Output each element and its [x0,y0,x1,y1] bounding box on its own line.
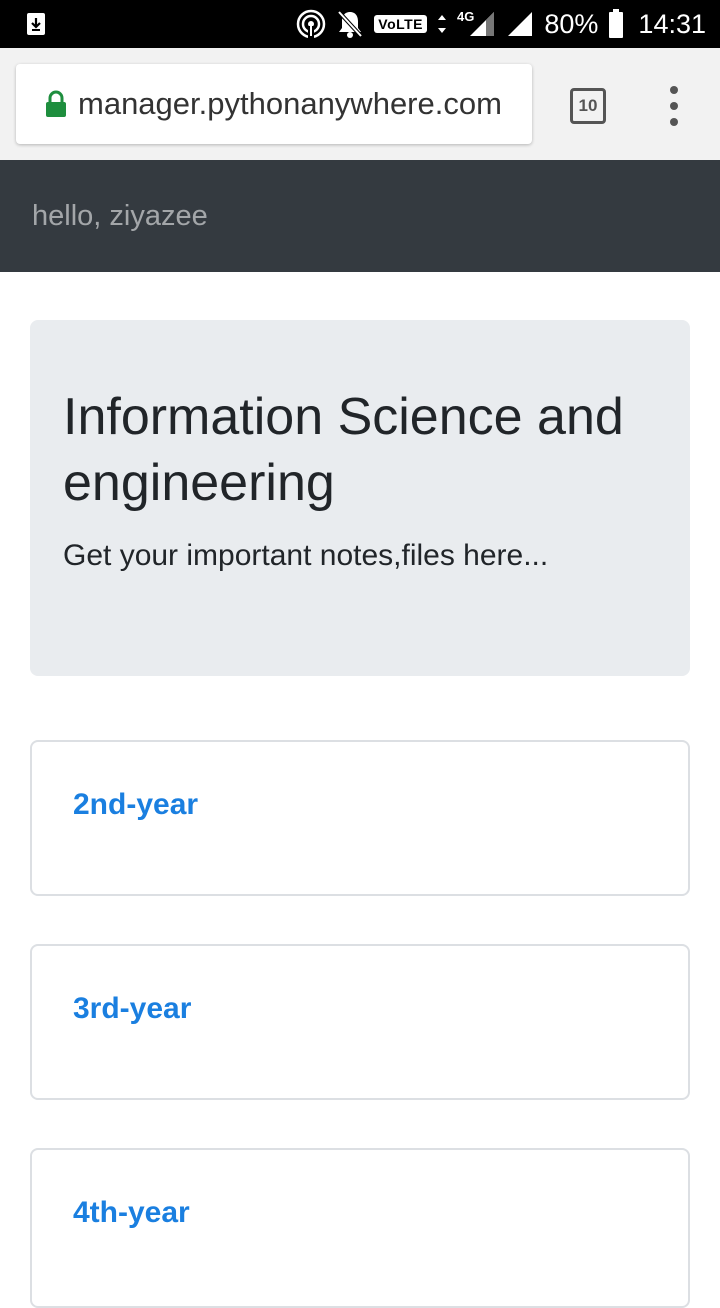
year-card[interactable]: 4th-year [30,1148,690,1308]
signal-icon: 4G [457,8,496,38]
lock-icon [44,90,68,118]
address-bar[interactable]: manager.pythonanywhere.com [16,64,532,144]
data-arrows-icon [437,13,447,35]
network-type-label: 4G [457,8,475,24]
signal-icon [506,10,534,38]
page-title: Information Science and engineering [63,388,624,512]
download-notification-icon [24,12,48,36]
year-link-3rd[interactable]: 3rd-year [73,992,191,1026]
volte-icon: VoLTE [374,15,428,33]
year-link-4th[interactable]: 4th-year [73,1196,190,1230]
url-text[interactable]: manager.pythonanywhere.com [78,64,502,144]
browser-toolbar: manager.pythonanywhere.com 10 [0,48,720,160]
clock: 14:31 [638,8,706,39]
page-subtitle: Get your important notes,files here... [63,539,549,572]
year-card[interactable]: 3rd-year [30,944,690,1100]
battery-icon [608,9,624,39]
site-navbar: hello, ziyazee [0,160,720,272]
tab-switcher-button[interactable]: 10 [570,88,606,124]
year-card[interactable]: 2nd-year [30,740,690,896]
battery-percentage: 80% [544,8,599,39]
hero-banner: Information Science and engineering Get … [30,320,690,676]
overflow-menu-icon[interactable] [662,86,686,126]
status-bar: VoLTE 4G 80% 14:31 [0,0,720,48]
year-link-2nd[interactable]: 2nd-year [73,788,198,822]
user-greeting: hello, ziyazee [32,200,208,232]
hotspot-icon [296,9,326,39]
notifications-muted-icon [336,9,364,39]
